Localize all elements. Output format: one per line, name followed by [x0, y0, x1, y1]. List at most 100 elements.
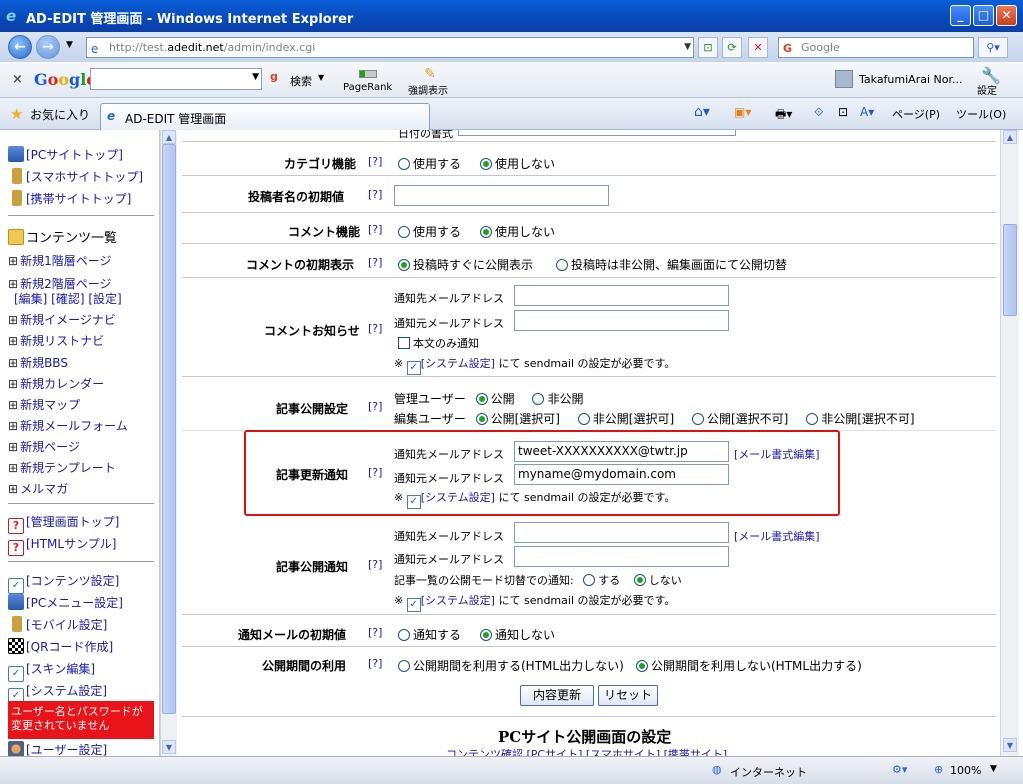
tools-menu[interactable]: ツール(O): [956, 106, 1006, 122]
notify-default-on-radio[interactable]: 通知する: [398, 626, 461, 643]
submit-button[interactable]: 内容更新: [520, 685, 594, 706]
url-dropdown-icon[interactable]: ▼: [684, 38, 691, 57]
publish-mode-no-radio[interactable]: しない: [633, 574, 682, 587]
content-check-links[interactable]: コンテンツ確認 [PCサイト] [スマホサイト] [携帯サイト]: [446, 746, 727, 756]
sidebar-item-mailmagazine[interactable]: メルマガ: [8, 480, 68, 497]
sidebar-link-pc-menu-settings[interactable]: [PCメニュー設定]: [8, 594, 123, 611]
user-account-label[interactable]: TakafumiArai Nor...: [859, 73, 962, 86]
main-scrollbar[interactable]: ▲ ▼: [1000, 130, 1019, 756]
page-menu[interactable]: ページ(P): [892, 106, 940, 122]
pagerank-label[interactable]: PageRank: [343, 82, 392, 93]
feeds-icon[interactable]: ▣▾: [734, 105, 751, 119]
zoom-dropdown-icon[interactable]: ▼: [990, 764, 997, 774]
url-field[interactable]: e http://test.adedit.net/admin/index.cgi…: [86, 37, 694, 58]
protected-mode-icon[interactable]: ⚙▾: [892, 763, 907, 776]
sidebar-link-mobile-top[interactable]: [携帯サイトトップ]: [8, 190, 131, 207]
forward-button[interactable]: →: [36, 35, 60, 59]
sidebar-link-admin-top[interactable]: ? [管理画面トップ]: [8, 513, 119, 534]
search-button[interactable]: 検索: [290, 73, 312, 89]
search-history-dropdown-icon[interactable]: ▼: [252, 72, 259, 82]
mail-icon[interactable]: ⊡: [838, 105, 848, 119]
favorites-button[interactable]: お気に入り: [30, 106, 90, 123]
publish-notify-format-link[interactable]: [メール書式編集]: [734, 528, 820, 544]
system-settings-link[interactable]: [システム設定]: [421, 594, 495, 607]
publish-notify-to-input[interactable]: [514, 522, 729, 543]
scroll-down-arrow-icon[interactable]: ▼: [162, 740, 176, 754]
comment-default-private-radio[interactable]: 投稿時は非公開、編集画面にて公開切替: [556, 256, 787, 273]
close-button[interactable]: ✕: [996, 5, 1017, 26]
refresh-icon[interactable]: ⟳: [722, 37, 742, 58]
print-icon[interactable]: 🖶▾: [775, 105, 792, 126]
update-notify-help-link[interactable]: [?]: [368, 466, 382, 479]
poster-default-input[interactable]: [394, 185, 609, 206]
close-toolbar-icon[interactable]: ×: [12, 72, 23, 87]
sidebar-link-skin-edit[interactable]: ✓ [スキン編集]: [8, 660, 95, 682]
editor-opt-private-selectable[interactable]: 非公開[選択可]: [577, 412, 674, 426]
publish-mode-yes-radio[interactable]: する: [583, 574, 620, 587]
editor-opt-public-selectable[interactable]: 公開[選択可]: [475, 412, 560, 426]
sidebar-item-new-level1[interactable]: 新規1階層ページ: [8, 252, 111, 269]
sidebar-item-new-listnavi[interactable]: 新規リストナビ: [8, 332, 104, 349]
update-notify-format-link[interactable]: [メール書式編集]: [734, 446, 820, 462]
comment-function-help-link[interactable]: [?]: [368, 223, 382, 236]
tab-ad-edit[interactable]: e AD-EDIT 管理画面: [100, 103, 430, 130]
main-scroll-thumb[interactable]: [1003, 224, 1017, 316]
comment-notify-help-link[interactable]: [?]: [368, 322, 382, 335]
maximize-button[interactable]: □: [973, 5, 994, 26]
admin-public-radio[interactable]: 公開: [475, 392, 515, 406]
text-size-icon[interactable]: A▾: [860, 105, 874, 119]
comment-default-public-radio[interactable]: 投稿時すぐに公開表示: [398, 256, 533, 273]
minimize-button[interactable]: _: [950, 5, 971, 26]
zoom-level[interactable]: 100%: [950, 764, 981, 777]
category-help-link[interactable]: [?]: [368, 155, 382, 168]
body-only-checkbox[interactable]: 本文のみ通知: [398, 335, 479, 351]
comment-notify-to-input[interactable]: [514, 285, 729, 306]
comment-default-help-link[interactable]: [?]: [368, 256, 382, 269]
sidebar-item-new-template[interactable]: 新規テンプレート: [8, 459, 116, 476]
scroll-down-arrow-icon[interactable]: ▼: [1003, 738, 1017, 752]
sidebar-link-smartphone-top[interactable]: [スマホサイトトップ]: [8, 168, 143, 185]
notify-default-off-radio[interactable]: 通知しない: [480, 626, 555, 643]
stop-icon[interactable]: ✕: [748, 37, 768, 58]
notify-default-help-link[interactable]: [?]: [368, 626, 382, 639]
sidebar-item-new-calendar[interactable]: 新規カレンダー: [8, 375, 104, 392]
category-radio-on[interactable]: 使用する: [398, 155, 461, 172]
sidebar-item-new-page[interactable]: 新規ページ: [8, 438, 80, 455]
system-settings-link[interactable]: [システム設定]: [421, 491, 495, 504]
publish-notify-from-input[interactable]: [514, 546, 729, 567]
sidebar-link-html-sample[interactable]: ? [HTMLサンプル]: [8, 535, 116, 556]
category-radio-off[interactable]: 使用しない: [480, 155, 555, 172]
scroll-up-arrow-icon[interactable]: ▲: [162, 130, 176, 144]
reset-button[interactable]: リセット: [598, 685, 658, 706]
period-nouse-radio[interactable]: 公開期間を利用しない(HTML出力する): [636, 657, 862, 674]
home-icon[interactable]: ⌂▾: [694, 104, 710, 120]
period-help-link[interactable]: [?]: [368, 657, 382, 670]
sidebar-link-content-settings[interactable]: ✓ [コンテンツ設定]: [8, 572, 119, 594]
back-button[interactable]: ←: [8, 35, 32, 59]
publish-notify-help-link[interactable]: [?]: [368, 558, 382, 571]
system-settings-link[interactable]: [システム設定]: [421, 357, 495, 370]
comment-radio-on[interactable]: 使用する: [398, 223, 461, 240]
poster-default-help-link[interactable]: [?]: [368, 188, 382, 201]
editor-opt-public-fixed[interactable]: 公開[選択不可]: [692, 412, 788, 426]
settings-button[interactable]: 設定: [977, 82, 997, 97]
sidebar-item-edit-links[interactable]: [編集] [確認] [設定]: [14, 290, 122, 307]
comment-notify-from-input[interactable]: [514, 310, 729, 331]
research-icon[interactable]: ⟐: [814, 105, 823, 120]
search-icon[interactable]: ⚲▾: [978, 37, 1008, 58]
date-format-field[interactable]: [458, 130, 736, 136]
period-use-radio[interactable]: 公開期間を利用する(HTML出力しない): [398, 657, 624, 674]
sidebar-item-new-imagenavi[interactable]: 新規イメージナビ: [8, 311, 116, 328]
sidebar-link-pc-top[interactable]: [PCサイトトップ]: [8, 146, 123, 163]
search-input[interactable]: G Google: [778, 37, 974, 58]
sidebar-item-new-map[interactable]: 新規マップ: [8, 396, 80, 413]
sidebar-link-qr-code[interactable]: [QRコード作成]: [8, 638, 113, 655]
update-notify-from-input[interactable]: myname@mydomain.com: [514, 464, 729, 485]
sidebar-link-user-settings[interactable]: [ユーザー設定]: [8, 741, 107, 756]
sidebar-scroll-thumb[interactable]: [162, 144, 176, 714]
publish-setting-help-link[interactable]: [?]: [368, 400, 382, 413]
history-dropdown-icon[interactable]: ▼: [66, 40, 73, 50]
comment-radio-off[interactable]: 使用しない: [480, 223, 555, 240]
search-dropdown-icon[interactable]: ▼: [318, 73, 324, 82]
admin-private-radio[interactable]: 非公開: [532, 392, 583, 406]
